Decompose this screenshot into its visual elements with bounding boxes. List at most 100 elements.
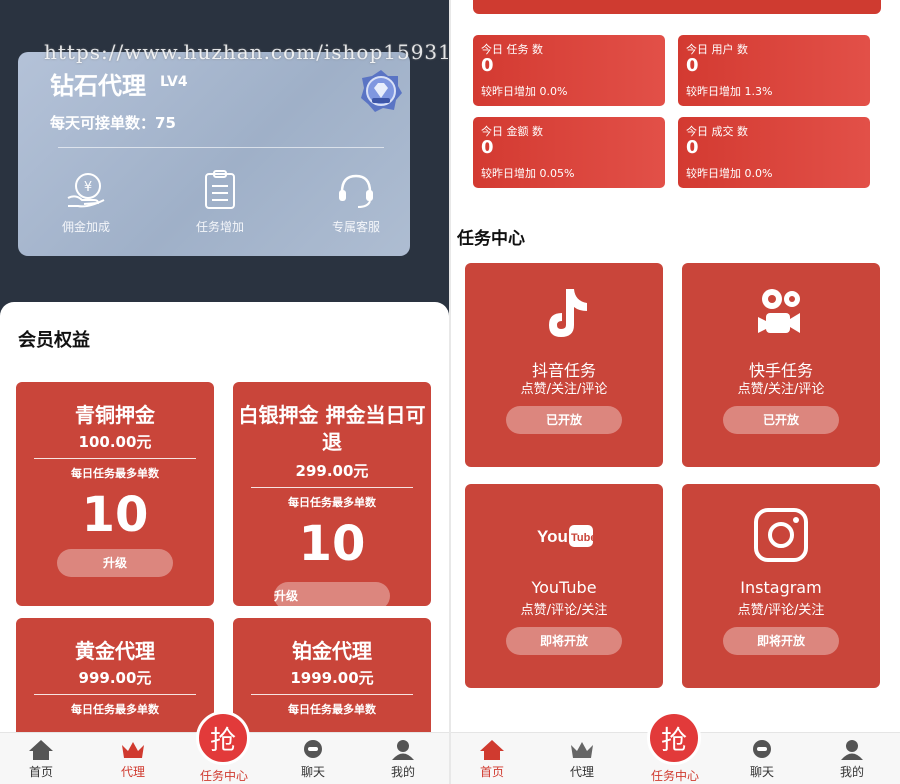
tab-chat[interactable]: 聊天 [278, 739, 348, 780]
task-status-button[interactable]: 已开放 [723, 406, 839, 434]
stat-card-amount: 今日 金额 数 0 较昨日增加 0.05% [473, 117, 665, 188]
tab-tasks[interactable]: 任务中心 [186, 767, 262, 784]
tier-divider [34, 694, 196, 695]
tier-price: 100.00元 [78, 433, 152, 451]
section-title-task-center: 任务中心 [457, 229, 525, 249]
task-actions: 点赞/关注/评论 [737, 382, 825, 397]
stat-change: 较昨日增加 0.0% [481, 85, 568, 98]
diamond-badge-icon [361, 70, 402, 112]
crown-icon [122, 742, 144, 758]
chat-icon [753, 740, 771, 758]
tier-price: 1999.00元 [290, 669, 374, 687]
tier-price: 299.00元 [295, 462, 369, 480]
task-status-button[interactable]: 即将开放 [506, 627, 622, 655]
task-actions: 点赞/评论/关注 [737, 603, 825, 618]
task-status-button[interactable]: 已开放 [506, 406, 622, 434]
tier-divider [251, 694, 413, 695]
tier-name: 白银押金 押金当日可退 [238, 403, 426, 454]
stat-value: 0 [481, 55, 494, 76]
upgrade-button[interactable]: 升级 [57, 549, 173, 577]
membership-screen: 钻石代理 LV4 每天可接单数：75 ¥ 佣金加成 任务增加 专属客服 会员权益… [0, 0, 449, 784]
perk-commission[interactable]: ¥ 佣金加成 [36, 170, 136, 235]
chat-icon [304, 740, 322, 758]
stat-card-tasks: 今日 任务 数 0 较昨日增加 0.0% [473, 35, 665, 106]
tiktok-icon [549, 289, 587, 337]
task-status-button[interactable]: 即将开放 [723, 627, 839, 655]
stat-change: 较昨日增加 0.05% [481, 167, 575, 180]
tab-agent[interactable]: 代理 [547, 739, 617, 780]
perk-label: 佣金加成 [61, 220, 110, 234]
vip-daily-orders: 每天可接单数：75 [50, 114, 176, 132]
kuaishou-icon [758, 289, 800, 333]
tier-name: 黄金代理 [75, 639, 155, 663]
tier-card-silver[interactable]: 白银押金 押金当日可退 299.00元 每日任务最多单数 10 [233, 382, 431, 606]
tab-tasks[interactable]: 任务中心 [637, 767, 713, 784]
tier-card-platinum[interactable]: 铂金代理 1999.00元 每日任务最多单数 [233, 618, 431, 738]
vip-divider [58, 147, 384, 148]
instagram-icon [754, 508, 808, 562]
task-card-kuaishou[interactable]: 快手任务 点赞/关注/评论 已开放 [682, 263, 880, 467]
tier-name: 铂金代理 [292, 639, 372, 663]
stat-change: 较昨日增加 0.0% [686, 167, 773, 180]
tab-agent[interactable]: 代理 [98, 739, 168, 780]
perk-task-increase[interactable]: 任务增加 [170, 170, 270, 235]
tier-subtitle: 每日任务最多单数 [71, 467, 159, 480]
tier-max-orders: 10 [81, 487, 149, 543]
tier-price: 999.00元 [78, 669, 152, 687]
user-icon [392, 740, 414, 760]
task-card-instagram[interactable]: Instagram 点赞/评论/关注 即将开放 [682, 484, 880, 688]
tab-label: 聊天 [300, 765, 325, 779]
task-actions: 点赞/评论/关注 [520, 603, 608, 618]
tab-home[interactable]: 首页 [457, 739, 527, 780]
tier-subtitle: 每日任务最多单数 [288, 496, 376, 509]
grab-button[interactable]: 抢 [647, 711, 701, 765]
top-banner-edge [473, 0, 881, 14]
tier-card-gold[interactable]: 黄金代理 999.00元 每日任务最多单数 [16, 618, 214, 738]
perk-label: 专属客服 [331, 220, 380, 234]
stat-card-users: 今日 用户 数 0 较昨日增加 1.3% [678, 35, 870, 106]
stat-value: 0 [686, 55, 699, 76]
tab-label: 我的 [839, 765, 864, 779]
section-title-benefits: 会员权益 [18, 330, 90, 351]
clipboard-icon [205, 170, 235, 209]
bottom-tabbar: 首页 代理 抢 任务中心 聊天 我的 [0, 711, 449, 784]
task-name: Instagram [740, 578, 822, 597]
tab-label: 代理 [569, 765, 594, 779]
stat-value: 0 [686, 137, 699, 158]
tab-mine[interactable]: 我的 [368, 739, 438, 780]
tab-label: 聊天 [749, 765, 774, 779]
youtube-icon: You Tube [537, 525, 596, 547]
home-icon [480, 740, 504, 760]
task-card-youtube[interactable]: You Tube YouTube 点赞/评论/关注 即将开放 [465, 484, 663, 688]
tier-name: 青铜押金 [75, 403, 155, 427]
tab-label: 首页 [28, 765, 53, 779]
tier-max-orders: 10 [298, 516, 366, 572]
task-name: YouTube [531, 578, 597, 597]
tab-home[interactable]: 首页 [6, 739, 76, 780]
grab-button[interactable]: 抢 [196, 711, 250, 765]
task-card-douyin[interactable]: 抖音任务 点赞/关注/评论 已开放 [465, 263, 663, 467]
tier-card-bronze[interactable]: 青铜押金 100.00元 每日任务最多单数 10 升级 [16, 382, 214, 606]
stat-card-deals: 今日 成交 数 0 较昨日增加 0.0% [678, 117, 870, 188]
tab-mine[interactable]: 我的 [817, 739, 887, 780]
stat-value: 0 [481, 137, 494, 158]
vip-level: LV4 [160, 74, 188, 90]
commission-icon: ¥ [67, 173, 105, 208]
youtube-logo-tube-text: Tube [571, 532, 596, 544]
headset-icon [339, 174, 373, 208]
tab-label: 我的 [390, 765, 415, 779]
perk-support[interactable]: 专属客服 [306, 170, 406, 235]
tab-label: 代理 [120, 765, 145, 779]
youtube-logo-text: You [537, 527, 568, 546]
tab-label: 首页 [479, 765, 504, 779]
tier-subtitle: 每日任务最多单数 [71, 703, 159, 716]
vip-card: 钻石代理 LV4 每天可接单数：75 ¥ 佣金加成 任务增加 专属客服 [18, 52, 410, 256]
tab-chat[interactable]: 聊天 [727, 739, 797, 780]
home-icon [29, 740, 53, 760]
stat-change: 较昨日增加 1.3% [686, 85, 773, 98]
svg-text:¥: ¥ [84, 180, 92, 195]
task-center-screen: 今日 任务 数 0 较昨日增加 0.0% 今日 用户 数 0 较昨日增加 1.3… [451, 0, 900, 784]
vip-title: 钻石代理 [50, 72, 146, 100]
upgrade-button[interactable]: 升级 [274, 582, 390, 610]
tier-divider [34, 458, 196, 459]
